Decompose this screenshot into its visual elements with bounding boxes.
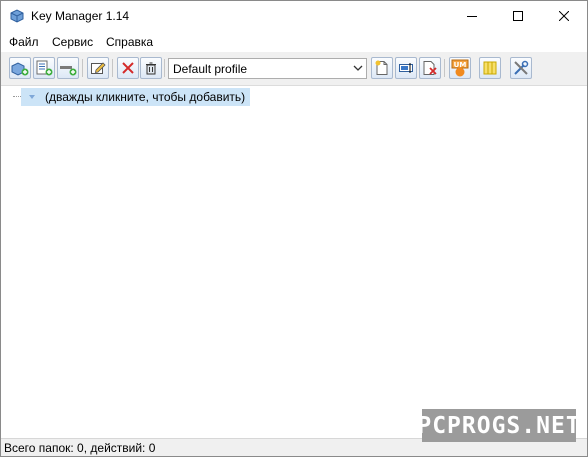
edit-icon [91,62,106,74]
maximize-icon [513,11,523,21]
add-separator-icon [60,66,77,76]
app-window: Key Manager 1.14 Файл Сервис Справка Def… [0,0,588,457]
window-title: Key Manager 1.14 [31,9,130,23]
um-icon: UM [451,59,469,77]
delete-profile-icon [423,61,437,75]
tree-item-add-placeholder[interactable]: (дважды кликните, чтобы добавить) [21,88,251,106]
profile-select-value: Default profile [173,62,248,76]
chevron-down-icon [353,65,363,71]
settings-tools-button[interactable] [510,57,532,79]
toolbar-separator [444,59,445,77]
edit-button[interactable] [87,57,109,79]
minimize-button[interactable] [449,1,495,31]
add-action-icon [36,60,53,76]
toolbar-separator [112,59,113,77]
tree-node-icon [29,95,35,99]
menu-bar: Файл Сервис Справка [1,32,587,52]
watermark-text: PCPROGS.NET [417,412,581,439]
close-button[interactable] [541,1,587,31]
key-manager-app-icon [9,9,25,23]
title-bar[interactable]: Key Manager 1.14 [1,1,587,32]
profile-select[interactable]: Default profile [168,58,367,79]
delete-icon [122,62,134,74]
add-folder-button[interactable] [9,57,31,79]
delete-button[interactable] [117,57,139,79]
close-icon [559,11,569,21]
columns-button[interactable] [479,57,501,79]
um-button[interactable]: UM [449,57,471,79]
columns-icon [483,61,497,75]
rename-profile-button[interactable] [395,57,417,79]
trash-icon [146,62,156,75]
add-action-button[interactable] [33,57,55,79]
settings-tools-icon [514,60,529,75]
new-profile-button[interactable] [371,57,393,79]
menu-file[interactable]: Файл [9,35,39,49]
watermark: PCPROGS.NET [417,409,580,442]
toolbar-separator [164,59,165,77]
new-profile-icon [375,60,388,75]
toolbar-separator [82,59,83,77]
menu-help[interactable]: Справка [106,35,153,49]
actions-tree[interactable]: (дважды кликните, чтобы добавить) [1,86,587,438]
minimize-icon [467,16,477,17]
menu-service[interactable]: Сервис [52,35,93,49]
toolbar: Default profile UM [1,52,587,86]
add-folder-icon [11,62,29,76]
add-separator-button[interactable] [57,57,79,79]
rename-profile-icon [399,63,413,73]
delete-profile-button[interactable] [419,57,441,79]
tree-item-label: (дважды кликните, чтобы добавить) [45,90,246,104]
trash-button[interactable] [140,57,162,79]
maximize-button[interactable] [495,1,541,31]
status-text: Всего папок: 0, действий: 0 [4,441,156,455]
